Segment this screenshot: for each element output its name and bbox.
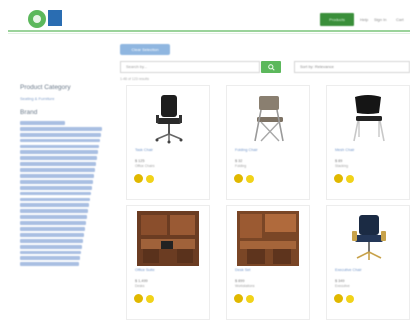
product-price: $ 125	[135, 159, 145, 163]
product-title[interactable]: Task Chair	[135, 148, 153, 152]
brand-filter-item[interactable]	[20, 203, 89, 208]
product-title[interactable]: Folding Chair	[235, 148, 258, 152]
cart-icon[interactable]	[146, 175, 154, 183]
product-card[interactable]: Office Suite $ 1,499 Desks	[126, 205, 210, 320]
brand-filter-item[interactable]	[20, 244, 82, 249]
nav-cart[interactable]: Cart	[396, 13, 404, 26]
logo-icon[interactable]	[28, 10, 46, 28]
product-price: $ 89	[335, 159, 343, 163]
brand-filter-item[interactable]	[20, 156, 97, 161]
product-card[interactable]: Mesh Chair $ 89 Stacking	[326, 85, 410, 200]
category-link[interactable]: Seating & Furniture	[20, 96, 54, 101]
nav-products[interactable]: Products	[320, 13, 354, 26]
category-title: Product Category	[20, 84, 71, 91]
brand-filter-item[interactable]	[20, 150, 98, 155]
brand-filter-item[interactable]	[20, 262, 79, 267]
product-price: $ 349	[335, 279, 345, 283]
brand-list	[20, 121, 102, 268]
product-card[interactable]: Task Chair $ 125 Office Chairs	[126, 85, 210, 200]
brand-filter-item[interactable]	[20, 209, 88, 214]
brand-filter-item[interactable]	[20, 126, 102, 131]
folding-chair-image	[254, 96, 284, 142]
nav-sign-in[interactable]: Sign In	[374, 13, 386, 26]
brand-filter-item[interactable]	[20, 227, 85, 231]
sort-select[interactable]: Sort by: Relevance	[294, 61, 410, 73]
brand-filter-item[interactable]	[20, 191, 91, 196]
desk-set-image	[237, 211, 299, 266]
product-meta: Office Chairs	[135, 164, 155, 168]
product-card[interactable]: Folding Chair $ 32 Folding	[226, 85, 310, 200]
header-divider	[8, 30, 410, 32]
product-meta: Desks	[135, 284, 145, 288]
product-meta: Folding	[235, 164, 247, 168]
badge-icon[interactable]	[334, 174, 343, 183]
cart-icon[interactable]	[346, 175, 354, 183]
brand-filter-item[interactable]	[20, 144, 99, 149]
mesh-chair-image	[353, 95, 385, 142]
product-title[interactable]: Executive Chair	[335, 268, 362, 272]
search-button[interactable]	[261, 61, 281, 73]
product-title[interactable]: Office Suite	[135, 268, 155, 272]
product-title[interactable]: Mesh Chair	[335, 148, 354, 152]
badge-icon[interactable]	[234, 294, 243, 303]
cart-icon[interactable]	[246, 295, 254, 303]
badge-icon[interactable]	[234, 174, 243, 183]
results-count: 1-48 of 123 results	[120, 77, 149, 81]
brand-filter-item[interactable]	[20, 174, 94, 178]
badge-icon[interactable]	[334, 294, 343, 303]
header-divider-light	[8, 33, 410, 34]
product-price: $ 1,499	[135, 279, 148, 283]
executive-chair-image	[352, 215, 386, 260]
office-suite-image	[137, 211, 199, 266]
brand-filter-item[interactable]	[20, 162, 96, 167]
brand-title: Brand	[20, 109, 38, 116]
badge-icon[interactable]	[134, 294, 143, 303]
brand-filter-item[interactable]	[20, 221, 86, 225]
cart-icon[interactable]	[346, 295, 354, 303]
brand-filter-item[interactable]	[20, 232, 84, 237]
cart-icon[interactable]	[146, 295, 154, 303]
product-meta: Workstations	[235, 284, 255, 288]
clear-selection-button[interactable]: Clear Selection	[120, 44, 170, 55]
task-chair-image	[155, 95, 183, 144]
nav-help[interactable]: Help	[360, 13, 368, 26]
product-card[interactable]: Executive Chair $ 349 Executive	[326, 205, 410, 320]
badge-icon[interactable]	[134, 174, 143, 183]
brand-filter-item[interactable]	[20, 132, 101, 137]
product-meta: Executive	[335, 284, 350, 288]
product-price: $ 32	[235, 159, 243, 163]
cart-icon[interactable]	[246, 175, 254, 183]
brand-logo-icon[interactable]	[48, 10, 62, 26]
brand-filter-item[interactable]	[20, 197, 90, 202]
search-icon	[267, 63, 275, 71]
brand-filter-item[interactable]	[20, 256, 80, 261]
product-meta: Stacking	[335, 164, 349, 168]
product-title[interactable]: Desk Set	[235, 268, 250, 272]
brand-filter-item[interactable]	[20, 179, 93, 184]
brand-filter-item[interactable]	[20, 168, 95, 172]
brand-filter-item[interactable]	[20, 138, 100, 143]
brand-filter-item[interactable]	[20, 121, 65, 125]
brand-filter-item[interactable]	[20, 215, 87, 220]
product-price: $ 899	[235, 279, 245, 283]
search-input[interactable]: Search by...	[120, 61, 260, 73]
product-card[interactable]: Desk Set $ 899 Workstations	[226, 205, 310, 320]
brand-filter-item[interactable]	[20, 250, 81, 255]
brand-filter-item[interactable]	[20, 238, 83, 243]
brand-filter-item[interactable]	[20, 185, 92, 190]
